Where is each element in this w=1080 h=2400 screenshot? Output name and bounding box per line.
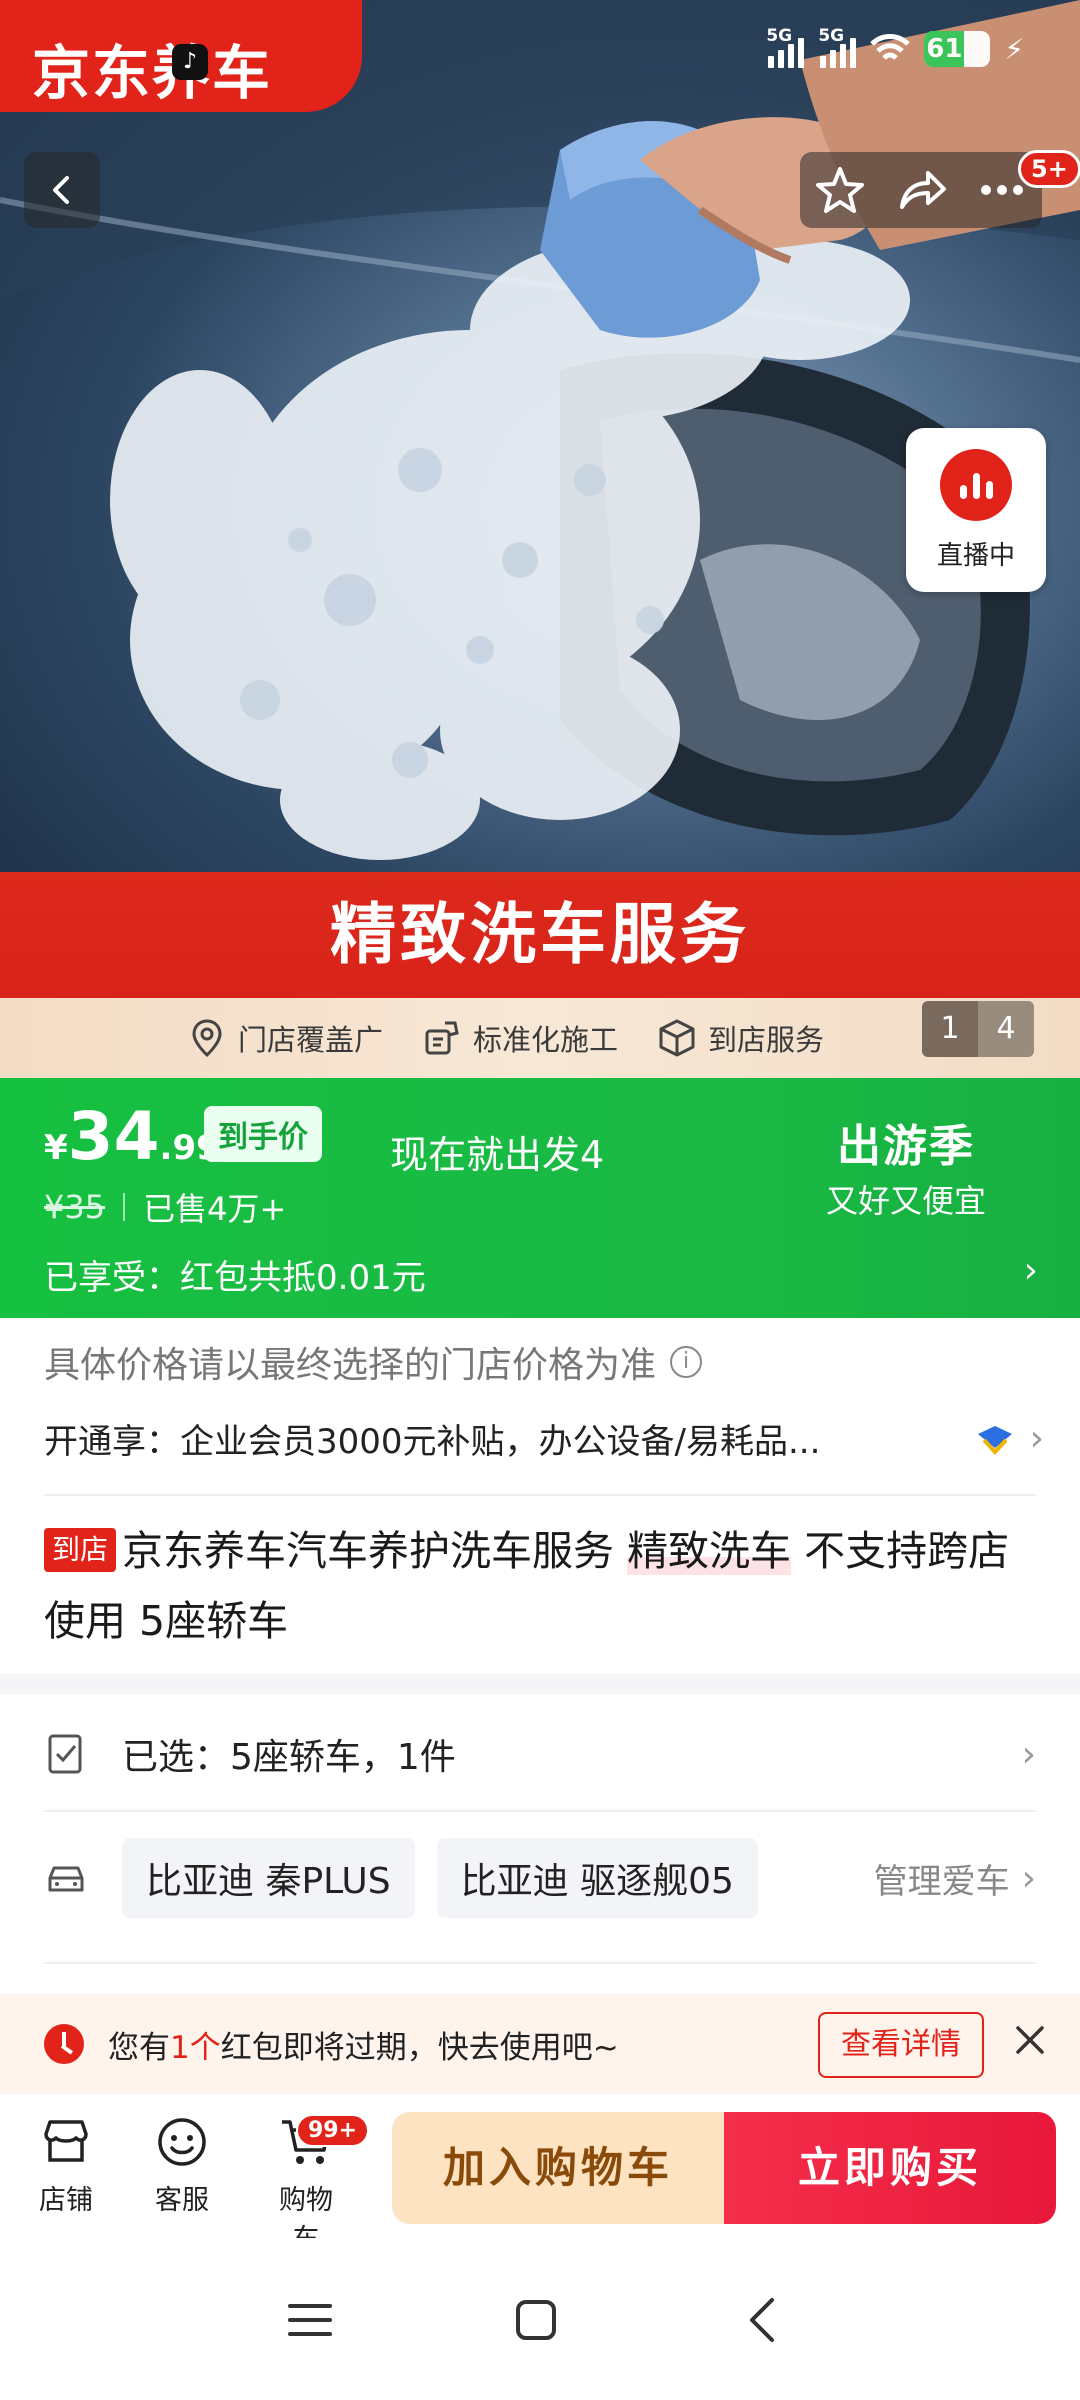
- pager-current: 1: [922, 1001, 978, 1057]
- pager-total: 4: [978, 1001, 1034, 1057]
- battery-level: 61: [924, 31, 965, 67]
- enterprise-member-icon: [977, 1425, 1012, 1455]
- network-type-label: 5G: [766, 26, 793, 46]
- signal-icon: 5G: [818, 26, 857, 68]
- notice-post: 红包即将过期，快去使用吧~: [220, 2029, 619, 2066]
- live-stream-button[interactable]: 直播中: [906, 428, 1046, 592]
- price-note: 具体价格请以最终选择的门店价格为准 i: [44, 1336, 703, 1388]
- chevron-right-icon: ›: [1029, 1418, 1044, 1459]
- add-to-cart-button[interactable]: 加入购物车: [392, 2112, 724, 2224]
- network-type-label: 5G: [818, 26, 845, 46]
- final-price: ¥ 34 .99: [44, 1098, 220, 1175]
- battery-icon: 61: [924, 31, 991, 67]
- customer-service-button[interactable]: 客服: [142, 2114, 222, 2217]
- store-label: 店铺: [39, 2185, 93, 2216]
- car-icon: [48, 1866, 84, 1892]
- smile-icon: [158, 2118, 206, 2166]
- wrench-icon: [425, 1021, 459, 1055]
- live-icon: [940, 448, 1012, 521]
- box-icon: [659, 1019, 695, 1057]
- final-price-tag: 到手价: [204, 1106, 322, 1162]
- price-note-text: 具体价格请以最终选择的门店价格为准: [44, 1345, 657, 1386]
- divider: [44, 1810, 1036, 1812]
- tiktok-icon: ♪: [172, 44, 208, 80]
- original-price: ¥35: [44, 1188, 106, 1226]
- charging-icon: ⚡: [1004, 32, 1024, 66]
- feature-label: 门店覆盖广: [238, 1023, 384, 1057]
- chevron-right-icon[interactable]: ›: [1024, 1250, 1038, 1291]
- feature-strip: 门店覆盖广 标准化施工 到店服务: [0, 998, 1080, 1078]
- message-badge: 5+: [1018, 150, 1080, 188]
- wifi-icon: [870, 34, 911, 60]
- coupon-count: 1个: [170, 2029, 221, 2066]
- hero-banner-title: 精致洗车服务: [0, 872, 1080, 998]
- header-actions: [800, 152, 1042, 228]
- notice-pre: 您有: [108, 2029, 170, 2066]
- back-icon[interactable]: [734, 2290, 794, 2350]
- section-gap: [0, 1674, 1080, 1694]
- hero-image[interactable]: 京东养车 ♪ 5G 5G 61 ⚡ 5+ 直播中: [0, 0, 1080, 872]
- service-label: 客服: [155, 2185, 209, 2216]
- feature-in-store: 到店服务: [656, 1017, 824, 1059]
- image-pager: 1 4: [922, 1001, 1034, 1057]
- discount-info[interactable]: 已享受：红包共抵0.01元: [44, 1250, 426, 1299]
- promo-title: 出游季: [837, 1121, 975, 1172]
- promo-text: 现在就出发4: [390, 1133, 605, 1177]
- product-title: 到店 京东养车汽车养护洗车服务 精致洗车 不支持跨店使用 5座轿车: [44, 1516, 1044, 1656]
- selected-spec-text: 已选：5座轿车，1件: [122, 1737, 456, 1778]
- feature-coverage: 门店覆盖广: [186, 1017, 383, 1059]
- view-details-button[interactable]: 查看详情: [818, 2012, 984, 2078]
- feature-label: 到店服务: [708, 1023, 825, 1057]
- close-icon[interactable]: [1010, 2020, 1050, 2060]
- chevron-left-icon: [53, 176, 69, 204]
- promo-subtitle: 又好又便宜: [826, 1182, 987, 1220]
- price-banner: ¥ 34 .99 到手价 ¥35 已售4万+ 现在就出发4 出游季 又好又便宜 …: [0, 1078, 1080, 1318]
- store-icon: [44, 2120, 88, 2162]
- cart-count-badge: 99+: [296, 2114, 370, 2147]
- chevron-right-icon: ›: [1021, 1857, 1036, 1899]
- currency-symbol: ¥: [44, 1128, 68, 1168]
- clock-icon: [44, 2024, 84, 2064]
- back-button[interactable]: [24, 152, 100, 228]
- menu-icon[interactable]: [280, 2290, 340, 2350]
- in-store-tag: 到店: [44, 1528, 117, 1572]
- signal-icon: 5G: [766, 26, 805, 68]
- divider: [123, 1193, 126, 1221]
- manage-cars-label: 管理爱车: [873, 1861, 1010, 1902]
- divider: [44, 1494, 1036, 1496]
- live-label: 直播中: [936, 540, 1015, 571]
- store-button[interactable]: 店铺: [26, 2114, 106, 2217]
- sold-count: 已售4万+: [143, 1190, 287, 1228]
- star-icon[interactable]: [813, 163, 867, 217]
- location-pin-icon: [192, 1019, 222, 1058]
- member-benefit-text: 开通享：企业会员3000元补贴，办公设备/易耗品...: [44, 1422, 821, 1462]
- selected-spec-row[interactable]: 已选：5座轿车，1件 ›: [44, 1718, 1036, 1790]
- my-cars-row: 比亚迪 秦PLUS 比亚迪 驱逐舰05 管理爱车 ›: [44, 1838, 1036, 1918]
- feature-label: 标准化施工: [473, 1023, 619, 1057]
- feature-standard: 标准化施工: [421, 1017, 618, 1059]
- system-navigation-bar: [0, 2238, 1080, 2400]
- car-chip[interactable]: 比亚迪 秦PLUS: [122, 1838, 415, 1918]
- bottom-action-bar: 店铺 客服 购物车 99+ 加入购物车 立即购买: [0, 2094, 1080, 2255]
- promo-season: 出游季 又好又便宜: [826, 1110, 986, 1222]
- status-bar-indicators: 5G 5G 61 ⚡: [766, 26, 1024, 68]
- title-part: 京东养车汽车养护洗车服务: [122, 1527, 628, 1575]
- coupon-expiry-notice: 您有1个红包即将过期，快去使用吧~ 查看详情: [0, 1994, 1080, 2094]
- home-icon[interactable]: [506, 2290, 566, 2350]
- price-integer: 34: [67, 1098, 160, 1175]
- info-icon[interactable]: i: [670, 1346, 703, 1378]
- title-highlight: 精致洗车: [627, 1527, 792, 1575]
- member-benefit-row[interactable]: 开通享：企业会员3000元补贴，办公设备/易耗品... ›: [44, 1414, 1044, 1463]
- chevron-right-icon: ›: [1021, 1733, 1036, 1775]
- divider: [44, 1962, 1036, 1964]
- buy-now-button[interactable]: 立即购买: [724, 2112, 1056, 2224]
- share-icon[interactable]: [894, 163, 948, 217]
- original-price-row: ¥35 已售4万+: [44, 1184, 286, 1230]
- notice-text: 您有1个红包即将过期，快去使用吧~: [108, 2022, 619, 2067]
- checklist-icon: [48, 1734, 82, 1774]
- car-chip[interactable]: 比亚迪 驱逐舰05: [436, 1838, 758, 1918]
- manage-cars-link[interactable]: 管理爱车 ›: [874, 1854, 1036, 1903]
